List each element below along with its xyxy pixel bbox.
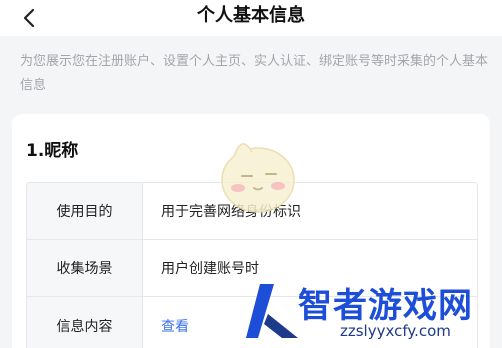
row-label: 信息内容 xyxy=(27,297,143,348)
watermark-brand: 智者游戏网 xyxy=(298,286,473,326)
intro-text: 为您展示您在注册账户、设置个人主页、实人认证、绑定账号等时采集的个人基本信息 xyxy=(20,54,489,93)
row-label: 使用目的 xyxy=(27,183,143,239)
page-title: 个人基本信息 xyxy=(197,5,305,26)
site-watermark: 智者游戏网 zzslyyxcfy.com xyxy=(244,276,502,348)
section-title: 1.昵称 xyxy=(26,141,79,161)
top-bar: 个人基本信息 xyxy=(0,0,502,36)
row-value: 用于完善网络身份标识 xyxy=(161,204,301,220)
brand-logo-icon xyxy=(246,284,298,338)
row-label: 收集场景 xyxy=(27,240,143,296)
mascot-watermark-icon xyxy=(221,143,295,213)
watermark-url: zzslyyxcfy.com xyxy=(340,322,451,340)
view-link[interactable]: 查看 xyxy=(161,316,189,336)
